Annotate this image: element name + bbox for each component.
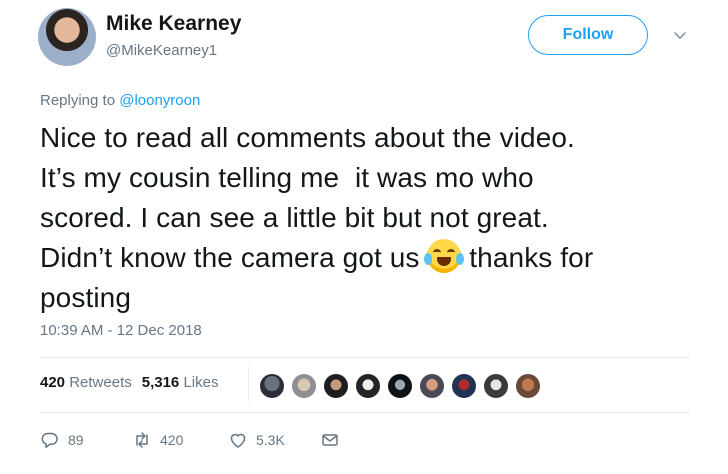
tweet-timestamp[interactable]: 10:39 AM - 12 Dec 2018: [40, 322, 202, 339]
retweet-count: 420: [160, 432, 184, 448]
stats-separator: [248, 366, 249, 402]
liker-avatar[interactable]: [322, 372, 350, 400]
tweet-text: Nice to read all comments about the vide…: [40, 118, 720, 318]
tweet-stats: 420 Retweets 5,316 Likes: [40, 374, 218, 391]
direct-message-action[interactable]: [320, 430, 340, 450]
likes-label: Likes: [183, 374, 219, 391]
user-handle[interactable]: @MikeKearney1: [106, 42, 217, 59]
tweet-line: Didn’t know the camera got us thanks for: [40, 238, 720, 278]
retweets-stat[interactable]: 420 Retweets: [40, 374, 132, 391]
divider: [40, 412, 690, 413]
reply-count: 89: [68, 432, 84, 448]
tweet-line: It’s my cousin telling me it was mo who: [40, 162, 534, 193]
tweet-line-part: Didn’t know the camera got us: [40, 242, 428, 273]
like-count: 5.3K: [256, 432, 285, 448]
follow-button[interactable]: Follow: [528, 15, 648, 55]
reply-mention-link[interactable]: @loonyroon: [119, 92, 200, 109]
retweets-label: Retweets: [69, 374, 132, 391]
liker-avatar[interactable]: [450, 372, 478, 400]
divider: [40, 357, 690, 358]
tweet-line: scored. I can see a little bit but not g…: [40, 202, 549, 233]
reply-action[interactable]: 89: [40, 430, 84, 450]
liker-avatar[interactable]: [258, 372, 286, 400]
envelope-icon: [322, 434, 338, 446]
liker-avatar[interactable]: [482, 372, 510, 400]
tears-of-joy-emoji-icon: [424, 239, 465, 273]
liker-avatar[interactable]: [290, 372, 318, 400]
replying-to: Replying to @loonyroon: [40, 92, 200, 109]
retweet-action[interactable]: 420: [132, 430, 183, 450]
heart-icon: [230, 433, 246, 448]
profile-avatar[interactable]: [38, 8, 96, 66]
likes-count: 5,316: [141, 374, 180, 391]
retweet-icon: [136, 432, 148, 448]
liker-avatar[interactable]: [418, 372, 446, 400]
retweets-count: 420: [40, 374, 66, 391]
replying-prefix: Replying to: [40, 92, 120, 109]
liker-avatar[interactable]: [514, 372, 542, 400]
tweet-line: Nice to read all comments about the vide…: [40, 122, 575, 153]
like-action[interactable]: 5.3K: [228, 430, 285, 450]
likes-stat[interactable]: 5,316 Likes: [142, 374, 219, 391]
reply-icon: [41, 432, 58, 449]
display-name[interactable]: Mike Kearney: [106, 12, 241, 36]
liker-avatar[interactable]: [354, 372, 382, 400]
chevron-down-icon[interactable]: [672, 27, 688, 43]
tweet-line: posting: [40, 282, 131, 313]
liker-avatar[interactable]: [386, 372, 414, 400]
tweet-line-part: thanks for: [461, 242, 594, 273]
